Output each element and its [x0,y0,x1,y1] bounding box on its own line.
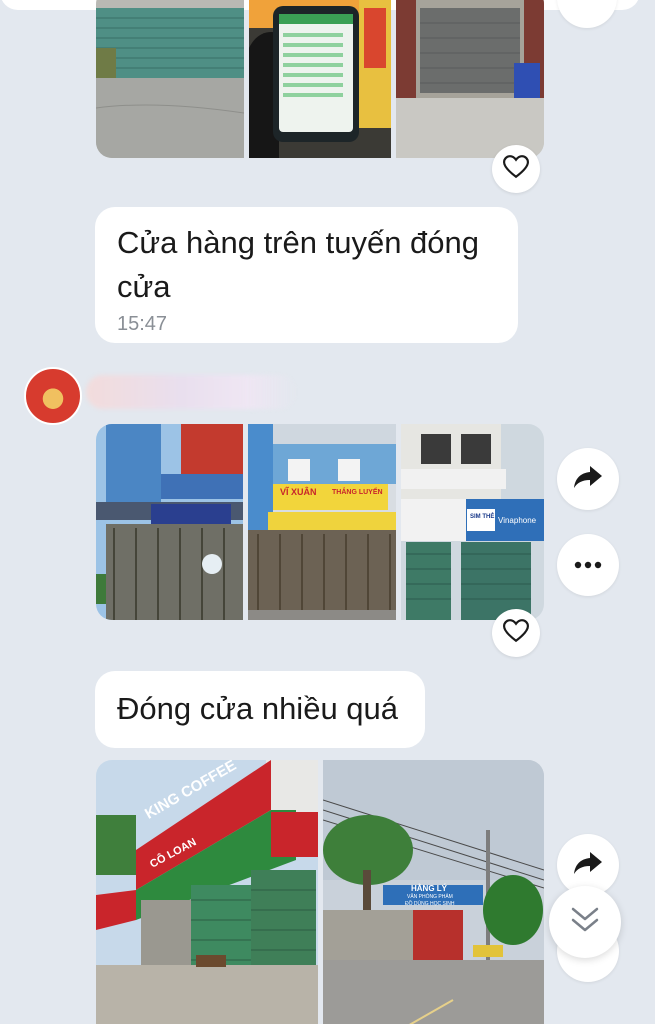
image-grid-1 [96,0,544,158]
forward-button[interactable] [557,448,619,510]
photo-sign-text: SIM THẺ [470,514,495,520]
forward-icon [573,850,603,881]
message-bubble[interactable]: Cửa hàng trên tuyến đóng cửa 15:47 [95,207,518,343]
forward-icon [573,464,603,495]
photo-sign-text: VĨ XUÂN [280,487,317,497]
image-grid-2: VĨ XUÂN THẮNG LUYẾN SIM THẺ Vinaphone [96,424,544,620]
photo-sign-text: ĐỒ DÙNG HỌC SINH [405,901,455,907]
photo-sign-text: THẮNG LUYẾN [332,489,383,496]
photo-5[interactable]: VĨ XUÂN THẮNG LUYẾN [248,424,396,620]
more-button[interactable] [557,534,619,596]
photo-sign-text: HẰNG LÝ [411,884,447,893]
react-button-1[interactable] [492,145,540,193]
more-icon [574,556,602,574]
image-grid-3: KING COFFEE CÔ LOAN HẰNG LÝ VĂN PHÒNG PH… [96,760,544,1024]
photo-sign-text: Vinaphone [498,516,537,525]
action-button-partial[interactable] [557,0,617,28]
photo-8[interactable]: HẰNG LÝ VĂN PHÒNG PHẨM ĐỒ DÙNG HỌC SINH [323,760,544,1024]
photo-2[interactable] [249,0,391,158]
message-text: Đóng cửa nhiều quá [117,691,399,726]
double-chevron-down-icon [570,906,600,939]
message-text: Cửa hàng trên tuyến đóng cửa [117,225,480,304]
photo-7[interactable]: KING COFFEE CÔ LOAN [96,760,318,1024]
heart-icon [502,618,530,648]
avatar[interactable] [24,367,82,425]
photo-6[interactable]: SIM THẺ Vinaphone [401,424,544,620]
react-button-2[interactable] [492,609,540,657]
photo-3[interactable] [396,0,544,158]
heart-icon [502,154,530,184]
photo-sign-text: VĂN PHÒNG PHẨM [407,894,453,900]
sender-name[interactable] [86,375,298,409]
photo-4[interactable] [96,424,243,620]
scroll-down-button[interactable] [549,886,621,958]
chat-thread: Cửa hàng trên tuyến đóng cửa 15:47 VĨ XU… [0,0,655,1024]
message-time: 15:47 [117,313,168,335]
message-bubble[interactable]: Đóng cửa nhiều quá [95,671,425,748]
photo-1[interactable] [96,0,244,158]
